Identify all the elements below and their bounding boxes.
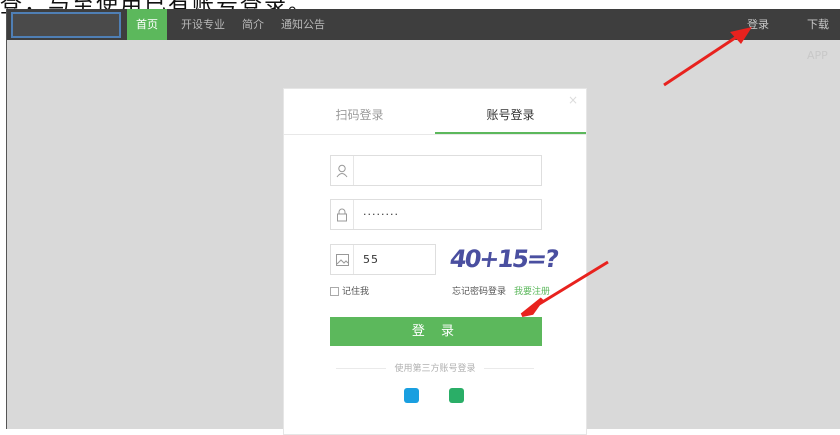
arrow-to-login-link — [663, 27, 752, 87]
arrow-head — [520, 297, 544, 317]
arrow-head — [730, 27, 752, 44]
arrow-line — [535, 260, 609, 308]
annotation-arrows — [520, 27, 752, 317]
arrow-line — [663, 34, 739, 87]
arrow-to-login-button — [520, 260, 609, 317]
